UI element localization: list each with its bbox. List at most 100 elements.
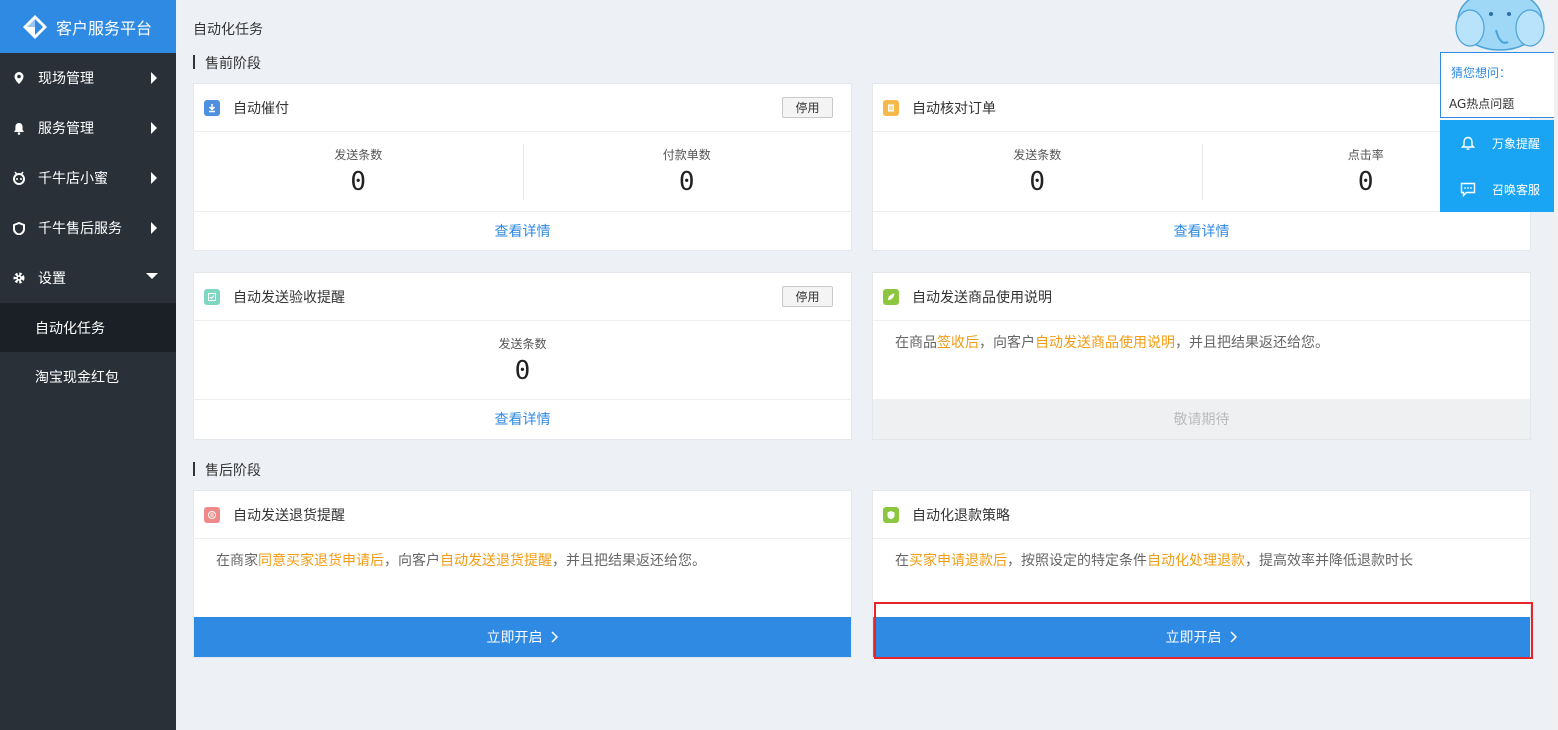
desc-highlight: 自动发送商品使用说明	[1035, 335, 1175, 351]
card-title: 自动化退款策略	[912, 507, 1010, 524]
sidebar-item-settings[interactable]: 设置	[0, 253, 176, 303]
chevron-down-icon	[146, 273, 158, 279]
card-title: 自动发送退货提醒	[233, 507, 345, 524]
main-content: 自动化任务 售前阶段 自动催付 停用 发送条数 0 付款单数 0 查看详情 自动…	[176, 0, 1558, 730]
card-title: 自动发送商品使用说明	[912, 289, 1052, 306]
chevron-right-icon	[151, 222, 157, 234]
summon-service-button[interactable]: 召唤客服	[1440, 166, 1558, 212]
desc-highlight: 自动发送退货提醒	[440, 553, 552, 569]
guess-questions-box: 猜您想问： AG热点问题	[1440, 52, 1558, 118]
brand-header[interactable]: 客户服务平台	[0, 0, 176, 53]
stat-label: 付款单数	[662, 148, 711, 162]
stat-label: 发送条数	[1013, 148, 1062, 162]
sidebar-item-aftersale-service[interactable]: 千牛售后服务	[0, 203, 176, 253]
view-details-link[interactable]: 查看详情	[194, 400, 851, 438]
card-auto-check-order: 自动核对订单 发送条数 0 点击率 0 查看详情	[872, 83, 1531, 251]
sidebar-subitem-label: 自动化任务	[35, 320, 105, 337]
sidebar-item-qianniu-assistant[interactable]: 千牛店小蜜	[0, 153, 176, 203]
shield-icon	[12, 221, 26, 235]
checkbox-icon	[204, 288, 220, 305]
desc-text: 在商品	[895, 335, 937, 351]
chevron-right-icon	[151, 122, 157, 134]
sidebar-item-label: 现场管理	[38, 71, 94, 87]
card-description: 在商品签收后，向客户自动发送商品使用说明，并且把结果返还给您。	[873, 321, 1530, 365]
stat-label: 发送条数	[498, 336, 547, 351]
chat-bubble-icon	[1460, 181, 1476, 197]
guess-title: 猜您想问：	[1451, 66, 1512, 80]
page-title: 自动化任务	[193, 22, 263, 38]
sidebar-item-label: 千牛店小蜜	[38, 171, 108, 187]
desc-highlight: 同意买家退货申请后	[258, 553, 384, 569]
desc-text: ，并且把结果返还给您。	[1175, 335, 1329, 351]
card-title: 自动发送验收提醒	[233, 289, 345, 306]
sidebar-subitem-label: 淘宝现金红包	[35, 369, 119, 386]
stats-row: 发送条数 0 点击率 0	[873, 132, 1530, 212]
view-details-link[interactable]: 查看详情	[194, 212, 851, 250]
desc-text: ，向客户	[384, 553, 440, 569]
bell-icon	[1460, 135, 1476, 151]
desc-text: ，向客户	[979, 335, 1035, 351]
section-title-aftersale: 售后阶段	[193, 460, 261, 480]
sidebar-subitem-taobao-cash-redpacket[interactable]: 淘宝现金红包	[0, 352, 176, 401]
stat-sent-count: 发送条数 0	[194, 321, 851, 399]
sidebar-item-service[interactable]: 服务管理	[0, 103, 176, 153]
gear-icon	[12, 271, 26, 285]
sidebar-item-label: 千牛售后服务	[38, 221, 122, 237]
card-description: 在商家同意买家退货申请后，向客户自动发送退货提醒，并且把结果返还给您。	[194, 539, 851, 583]
stat-sent-count: 发送条数 0	[194, 132, 523, 211]
desc-highlight: 签收后	[937, 335, 979, 351]
button-label: 万象提醒	[1492, 136, 1541, 151]
desc-text: ，提高效率并降低退款时长	[1245, 553, 1413, 569]
stat-value: 0	[514, 355, 531, 386]
card-header: 自动发送商品使用说明	[873, 273, 1530, 321]
card-auto-urge-payment: 自动催付 停用 发送条数 0 付款单数 0 查看详情	[193, 83, 852, 251]
brand-title: 客户服务平台	[56, 18, 153, 38]
view-details-link[interactable]: 查看详情	[873, 212, 1530, 250]
scrollbar[interactable]	[1554, 0, 1558, 730]
stat-label: 点击率	[1347, 148, 1384, 162]
card-auto-return-reminder: 自动发送退货提醒 在商家同意买家退货申请后，向客户自动发送退货提醒，并且把结果返…	[193, 490, 852, 658]
sidebar-item-onsite[interactable]: 现场管理	[0, 53, 176, 103]
card-header: 自动发送验收提醒 停用	[194, 273, 851, 321]
stat-value: 0	[1029, 167, 1046, 197]
disable-button[interactable]: 停用	[782, 97, 833, 118]
card-auto-usage-guide: 自动发送商品使用说明 在商品签收后，向客户自动发送商品使用说明，并且把结果返还给…	[872, 272, 1531, 440]
floating-help-widget: 猜您想问： AG热点问题 万象提醒 召唤客服	[1440, 0, 1558, 212]
robot-icon	[12, 171, 26, 185]
return-document-icon	[204, 506, 220, 523]
download-icon	[204, 99, 220, 116]
stat-paid-orders: 付款单数 0	[522, 132, 852, 211]
button-label: 立即开启	[486, 630, 543, 646]
section-title-presale: 售前阶段	[193, 53, 261, 73]
enable-now-button[interactable]: 立即开启	[194, 617, 851, 657]
desc-text: 在商家	[216, 553, 258, 569]
card-title: 自动催付	[233, 100, 289, 117]
chevron-right-icon	[151, 172, 157, 184]
card-header: 自动发送退货提醒	[194, 491, 851, 539]
desc-text: ，按照设定的特定条件	[1007, 553, 1147, 569]
bell-icon	[12, 121, 26, 135]
stat-sent-count: 发送条数 0	[873, 132, 1202, 211]
leaf-icon	[883, 288, 899, 305]
desc-text: 在	[895, 553, 909, 569]
shield-check-icon	[883, 506, 899, 523]
wanxiang-remind-button[interactable]: 万象提醒	[1440, 120, 1558, 166]
stats-row: 发送条数 0 付款单数 0	[194, 132, 851, 212]
sidebar: 客户服务平台 现场管理 服务管理 千牛店小蜜 千牛售后服务 设置 自动化任务 淘…	[0, 0, 176, 730]
chevron-right-icon	[151, 72, 157, 84]
hot-question-link[interactable]: AG热点问题	[1441, 81, 1557, 112]
card-description: 在买家申请退款后，按照设定的特定条件自动化处理退款，提高效率并降低退款时长	[873, 539, 1530, 583]
focus-highlight-box	[874, 602, 1533, 659]
sidebar-subitem-automation-tasks[interactable]: 自动化任务	[0, 303, 176, 352]
card-header: 自动催付 停用	[194, 84, 851, 132]
stat-value: 0	[1357, 167, 1374, 197]
stats-row: 发送条数 0	[194, 321, 851, 400]
button-label: 召唤客服	[1492, 182, 1541, 197]
desc-highlight: 买家申请退款后	[909, 553, 1007, 569]
disable-button[interactable]: 停用	[782, 286, 833, 307]
sidebar-item-label: 服务管理	[38, 121, 94, 137]
card-title: 自动核对订单	[912, 100, 996, 117]
brand-logo-icon	[23, 14, 47, 39]
location-pin-icon	[12, 71, 26, 85]
desc-highlight: 自动化处理退款	[1147, 553, 1245, 569]
